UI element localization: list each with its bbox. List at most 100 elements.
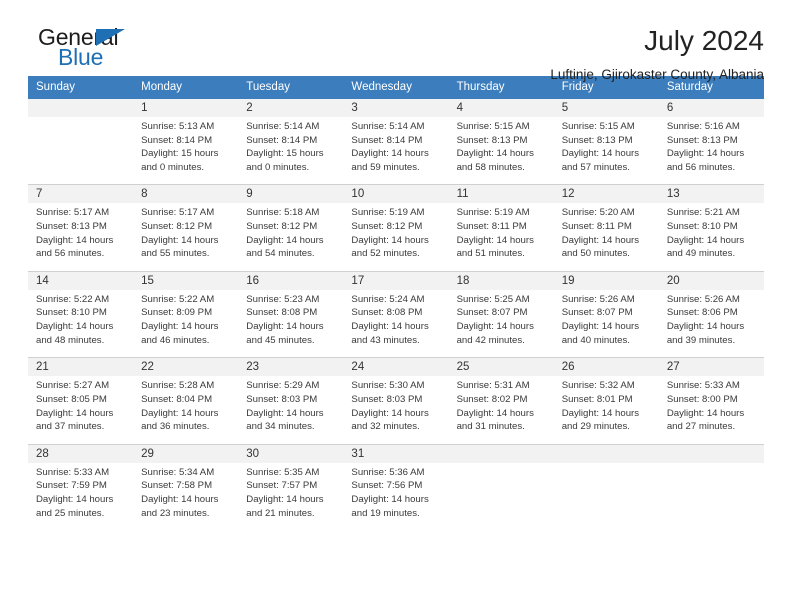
daylight-text-cont: and 58 minutes. <box>456 161 525 173</box>
day-cell[interactable]: Sunrise: 5:22 AM Sunset: 8:10 PM Dayligh… <box>28 289 134 358</box>
day-number[interactable]: 15 <box>133 271 239 290</box>
day-number[interactable]: 12 <box>553 185 659 204</box>
sunset-text: Sunset: 8:12 PM <box>351 221 423 233</box>
daylight-text: Daylight: 14 hours <box>246 407 324 419</box>
sunset-text: Sunset: 8:14 PM <box>246 134 318 146</box>
day-cell[interactable]: Sunrise: 5:30 AM Sunset: 8:03 PM Dayligh… <box>343 376 449 444</box>
day-number[interactable]: 17 <box>343 271 449 290</box>
day-number[interactable]: 4 <box>448 99 554 117</box>
daylight-text-cont: and 31 minutes. <box>456 421 525 433</box>
daylight-text-cont: and 52 minutes. <box>351 248 420 260</box>
day-number[interactable]: 10 <box>343 185 449 204</box>
daylight-text-cont: and 36 minutes. <box>141 421 210 433</box>
day-cell[interactable]: Sunrise: 5:14 AM Sunset: 8:14 PM Dayligh… <box>343 117 449 185</box>
daylight-text-cont: and 57 minutes. <box>561 161 630 173</box>
day-number[interactable]: 22 <box>133 358 239 377</box>
day-cell[interactable]: Sunrise: 5:15 AM Sunset: 8:13 PM Dayligh… <box>448 117 554 185</box>
day-number[interactable]: 28 <box>28 444 134 463</box>
day-number[interactable]: 1 <box>133 99 239 117</box>
day-number[interactable]: 19 <box>553 271 659 290</box>
day-cell[interactable]: Sunrise: 5:29 AM Sunset: 8:03 PM Dayligh… <box>238 376 344 444</box>
sunrise-text: Sunrise: 5:32 AM <box>561 380 635 392</box>
daylight-text: Daylight: 14 hours <box>456 321 534 333</box>
day-number[interactable]: 3 <box>343 99 449 117</box>
day-number[interactable]: 13 <box>658 185 764 204</box>
day-number[interactable]: 2 <box>238 99 344 117</box>
daylight-text: Daylight: 14 hours <box>141 234 219 246</box>
day-cell[interactable]: Sunrise: 5:36 AM Sunset: 7:56 PM Dayligh… <box>343 462 449 531</box>
daylight-text-cont: and 46 minutes. <box>141 334 210 346</box>
day-number[interactable]: 24 <box>343 358 449 377</box>
day-cell[interactable]: Sunrise: 5:22 AM Sunset: 8:09 PM Dayligh… <box>133 289 239 358</box>
day-cell[interactable]: Sunrise: 5:26 AM Sunset: 8:07 PM Dayligh… <box>553 289 659 358</box>
day-cell[interactable]: Sunrise: 5:24 AM Sunset: 8:08 PM Dayligh… <box>343 289 449 358</box>
day-number[interactable]: 23 <box>238 358 344 377</box>
day-cell[interactable]: Sunrise: 5:32 AM Sunset: 8:01 PM Dayligh… <box>553 376 659 444</box>
day-number[interactable]: 8 <box>133 185 239 204</box>
day-cell[interactable]: Sunrise: 5:15 AM Sunset: 8:13 PM Dayligh… <box>553 117 659 185</box>
sunset-text: Sunset: 8:07 PM <box>561 307 633 319</box>
sunset-text: Sunset: 7:59 PM <box>36 480 107 492</box>
day-cell[interactable]: Sunrise: 5:19 AM Sunset: 8:11 PM Dayligh… <box>448 203 554 271</box>
day-number[interactable]: 27 <box>658 358 764 377</box>
day-cell[interactable]: Sunrise: 5:17 AM Sunset: 8:12 PM Dayligh… <box>133 203 239 271</box>
day-cell[interactable]: Sunrise: 5:16 AM Sunset: 8:13 PM Dayligh… <box>658 117 764 185</box>
day-cell[interactable]: Sunrise: 5:13 AM Sunset: 8:14 PM Dayligh… <box>133 117 239 185</box>
day-cell[interactable]: Sunrise: 5:34 AM Sunset: 7:58 PM Dayligh… <box>133 462 239 531</box>
day-number[interactable]: 16 <box>238 271 344 290</box>
daylight-text-cont: and 49 minutes. <box>666 248 736 260</box>
day-cell[interactable]: Sunrise: 5:19 AM Sunset: 8:12 PM Dayligh… <box>343 203 449 271</box>
daylight-text-cont: and 32 minutes. <box>351 421 420 433</box>
day-cell[interactable]: Sunrise: 5:20 AM Sunset: 8:11 PM Dayligh… <box>553 203 659 271</box>
week-2-daynum-row: 7 8 9 10 11 12 13 <box>28 185 764 204</box>
week-4-detail-row: Sunrise: 5:27 AM Sunset: 8:05 PM Dayligh… <box>28 376 764 444</box>
logo-text-blue: Blue <box>58 44 104 70</box>
daylight-text: Daylight: 14 hours <box>561 321 640 333</box>
day-cell[interactable]: Sunrise: 5:28 AM Sunset: 8:04 PM Dayligh… <box>133 376 239 444</box>
day-number[interactable]: 29 <box>133 444 239 463</box>
week-1-daynum-row: 1 2 3 4 5 6 <box>28 99 764 117</box>
day-number[interactable]: 25 <box>448 358 554 377</box>
day-number[interactable]: 6 <box>658 99 764 117</box>
day-number[interactable]: 18 <box>448 271 554 290</box>
day-number[interactable]: 5 <box>553 99 659 117</box>
day-number[interactable]: 7 <box>28 185 134 204</box>
day-cell[interactable]: Sunrise: 5:21 AM Sunset: 8:10 PM Dayligh… <box>658 203 764 271</box>
sunset-text: Sunset: 8:05 PM <box>36 393 107 405</box>
daylight-text: Daylight: 14 hours <box>351 148 429 160</box>
daylight-text-cont: and 48 minutes. <box>36 334 105 346</box>
day-cell[interactable]: Sunrise: 5:25 AM Sunset: 8:07 PM Dayligh… <box>448 289 554 358</box>
day-cell[interactable]: Sunrise: 5:27 AM Sunset: 8:05 PM Dayligh… <box>28 376 134 444</box>
week-5-daynum-row: 28 29 30 31 <box>28 444 764 463</box>
day-cell[interactable]: Sunrise: 5:35 AM Sunset: 7:57 PM Dayligh… <box>238 462 344 531</box>
sunset-text: Sunset: 7:57 PM <box>246 480 318 492</box>
page-title: July 2024 <box>644 25 764 56</box>
day-cell[interactable]: Sunrise: 5:14 AM Sunset: 8:14 PM Dayligh… <box>238 117 344 185</box>
daylight-text: Daylight: 14 hours <box>456 148 534 160</box>
day-cell[interactable]: Sunrise: 5:18 AM Sunset: 8:12 PM Dayligh… <box>238 203 344 271</box>
daylight-text-cont: and 0 minutes. <box>246 161 310 173</box>
day-number[interactable]: 11 <box>448 185 554 204</box>
day-number[interactable] <box>28 99 134 117</box>
sunset-text: Sunset: 8:13 PM <box>36 221 107 233</box>
day-cell[interactable]: Sunrise: 5:33 AM Sunset: 7:59 PM Dayligh… <box>28 462 134 531</box>
day-number[interactable]: 21 <box>28 358 134 377</box>
day-cell[interactable]: Sunrise: 5:23 AM Sunset: 8:08 PM Dayligh… <box>238 289 344 358</box>
sunset-text: Sunset: 8:14 PM <box>141 134 213 146</box>
day-cell[interactable]: Sunrise: 5:31 AM Sunset: 8:02 PM Dayligh… <box>448 376 554 444</box>
sunrise-text: Sunrise: 5:26 AM <box>666 293 740 305</box>
day-number[interactable]: 31 <box>343 444 449 463</box>
day-cell[interactable]: Sunrise: 5:26 AM Sunset: 8:06 PM Dayligh… <box>658 289 764 358</box>
day-number[interactable]: 26 <box>553 358 659 377</box>
day-number <box>658 444 764 463</box>
day-number[interactable]: 14 <box>28 271 134 290</box>
general-blue-logo[interactable]: General Blue <box>28 26 198 74</box>
sunset-text: Sunset: 8:03 PM <box>246 393 318 405</box>
sunrise-text: Sunrise: 5:25 AM <box>456 293 530 305</box>
day-number[interactable]: 30 <box>238 444 344 463</box>
day-number[interactable]: 9 <box>238 185 344 204</box>
day-cell[interactable] <box>28 117 134 185</box>
day-cell[interactable]: Sunrise: 5:33 AM Sunset: 8:00 PM Dayligh… <box>658 376 764 444</box>
day-number[interactable]: 20 <box>658 271 764 290</box>
day-cell[interactable]: Sunrise: 5:17 AM Sunset: 8:13 PM Dayligh… <box>28 203 134 271</box>
